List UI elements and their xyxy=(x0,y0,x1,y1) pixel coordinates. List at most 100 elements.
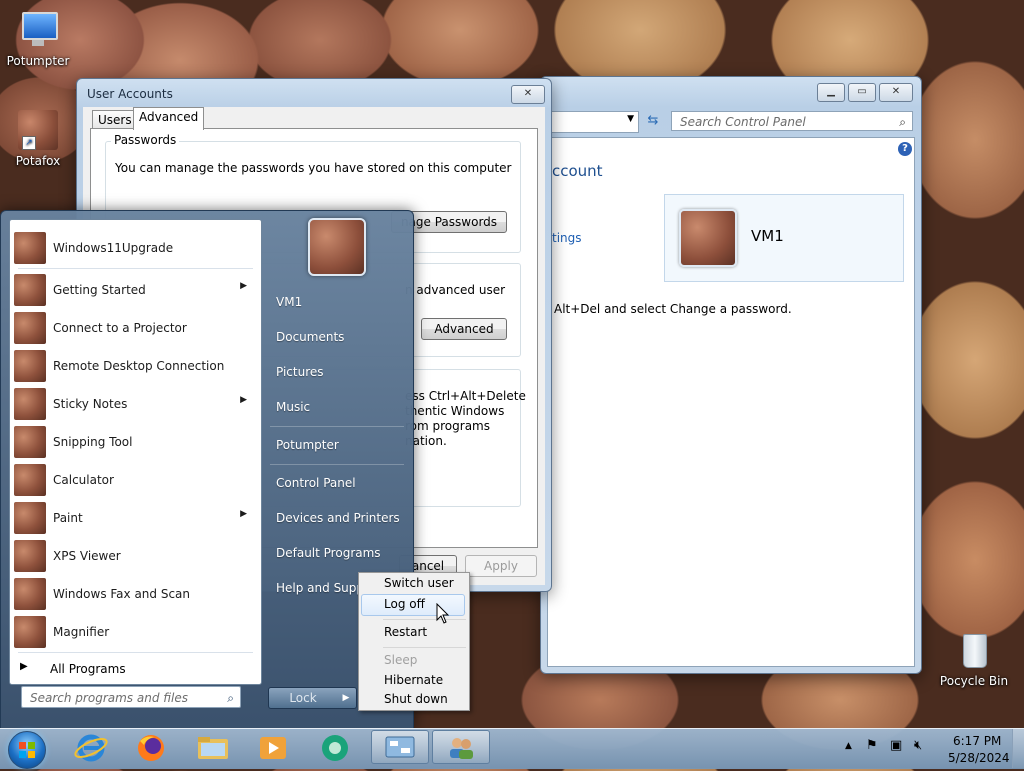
start-link-control-panel[interactable]: Control Panel xyxy=(276,476,356,490)
menu-item-shut-down[interactable]: Shut down xyxy=(384,692,448,706)
program-item-remote-desktop[interactable]: Remote Desktop Connection xyxy=(13,348,259,384)
taskbar-firefox[interactable] xyxy=(124,731,178,765)
start-link-computer[interactable]: Potumpter xyxy=(276,438,339,452)
show-hidden-icons-icon[interactable]: ▲ xyxy=(845,741,852,751)
show-desktop-button[interactable] xyxy=(1012,729,1024,768)
program-item-sticky-notes[interactable]: Sticky Notes ▶ xyxy=(13,386,259,422)
volume-muted-icon[interactable]: 🔇︎ xyxy=(914,738,922,753)
control-panel-window: ▁ ▭ ✕ ▼ ⇆ Search Control Panel ⌕ ? ccoun… xyxy=(540,76,922,674)
power-options-arrow-icon[interactable]: ▶ xyxy=(336,687,357,709)
control-panel-content: ? ccount tings VM1 Alt+Del and select Ch… xyxy=(547,137,915,667)
program-icon xyxy=(14,388,46,420)
submenu-arrow-icon: ▶ xyxy=(240,281,247,291)
tab-advanced[interactable]: Advanced xyxy=(133,107,205,130)
start-link-pictures[interactable]: Pictures xyxy=(276,365,324,379)
search-input[interactable]: Search Control Panel ⌕ xyxy=(671,111,913,131)
start-link-default-programs[interactable]: Default Programs xyxy=(276,546,381,560)
windows-logo-icon xyxy=(19,742,35,758)
submenu-arrow-icon: ▶ xyxy=(240,395,247,405)
taskbar-control-panel[interactable] xyxy=(371,730,429,764)
taskbar-media-player[interactable] xyxy=(246,731,300,765)
start-link-music[interactable]: Music xyxy=(276,400,310,414)
close-button[interactable]: ✕ xyxy=(511,85,545,104)
taskbar-file-explorer[interactable] xyxy=(186,731,240,765)
program-item-snipping-tool[interactable]: Snipping Tool xyxy=(13,424,259,460)
menu-item-sleep: Sleep xyxy=(384,653,418,667)
search-icon: ⌕ xyxy=(899,115,906,129)
program-icon xyxy=(14,502,46,534)
internet-explorer-icon xyxy=(74,734,108,762)
clock-date[interactable]: 5/28/2024 xyxy=(948,751,1010,765)
menu-item-log-off[interactable]: Log off xyxy=(384,597,425,611)
program-list: Windows11Upgrade Getting Started ▶ Conne… xyxy=(9,219,262,685)
start-link-documents[interactable]: Documents xyxy=(276,330,344,344)
chevron-down-icon[interactable]: ▼ xyxy=(627,114,634,124)
divider xyxy=(383,619,466,620)
search-icon: ⌕ xyxy=(227,691,234,705)
media-player-icon xyxy=(260,737,286,759)
submenu-arrow-icon: ▶ xyxy=(240,509,247,519)
user-card: VM1 xyxy=(664,194,904,282)
maximize-button[interactable]: ▭ xyxy=(848,83,876,102)
all-programs-button[interactable]: ▶ All Programs xyxy=(16,658,254,680)
power-options-menu: Switch user Log off Restart Sleep Hibern… xyxy=(358,572,470,711)
start-link-user[interactable]: VM1 xyxy=(276,295,302,309)
program-item-windows11upgrade[interactable]: Windows11Upgrade xyxy=(13,230,259,266)
user-avatar xyxy=(308,218,366,276)
desktop-icon-potafox[interactable]: ↗ Potafox xyxy=(0,110,76,168)
desktop-icon-potumpter[interactable]: Potumpter xyxy=(0,10,76,68)
folder-icon xyxy=(198,737,228,759)
divider xyxy=(18,268,253,269)
desktop-icon-label: Pocycle Bin xyxy=(939,674,1009,688)
network-icon[interactable]: ▣ xyxy=(890,738,902,753)
program-item-xps-viewer[interactable]: XPS Viewer xyxy=(13,538,259,574)
program-icon xyxy=(14,350,46,382)
program-icon xyxy=(14,464,46,496)
refresh-icon[interactable]: ⇆ xyxy=(643,111,663,131)
lock-button[interactable]: Lock xyxy=(268,687,338,709)
user-name: VM1 xyxy=(751,227,784,245)
start-button[interactable] xyxy=(8,731,46,769)
clock-time[interactable]: 6:17 PM xyxy=(953,734,1001,748)
apply-button[interactable]: Apply xyxy=(465,555,537,577)
password-note: Alt+Del and select Change a password. xyxy=(554,302,792,316)
firefox-icon xyxy=(138,735,164,761)
menu-item-hibernate[interactable]: Hibernate xyxy=(384,673,443,687)
menu-item-restart[interactable]: Restart xyxy=(384,625,427,639)
address-bar[interactable]: ▼ xyxy=(541,111,639,133)
minimize-button[interactable]: ▁ xyxy=(817,83,845,102)
page-heading: ccount xyxy=(552,162,603,180)
passwords-text: You can manage the passwords you have st… xyxy=(115,161,512,175)
taskbar-app[interactable] xyxy=(308,731,362,765)
program-item-connect-projector[interactable]: Connect to a Projector xyxy=(13,310,259,346)
close-button[interactable]: ✕ xyxy=(879,83,913,102)
start-link-devices-printers[interactable]: Devices and Printers xyxy=(276,511,400,525)
start-menu: Windows11Upgrade Getting Started ▶ Conne… xyxy=(0,210,414,730)
advanced-button[interactable]: Advanced xyxy=(421,318,507,340)
settings-link[interactable]: tings xyxy=(552,231,582,245)
program-icon xyxy=(14,232,46,264)
program-item-calculator[interactable]: Calculator xyxy=(13,462,259,498)
program-item-paint[interactable]: Paint ▶ xyxy=(13,500,259,536)
control-panel-icon xyxy=(385,736,415,758)
program-icon xyxy=(14,274,46,306)
program-item-getting-started[interactable]: Getting Started ▶ xyxy=(13,272,259,308)
program-icon xyxy=(14,578,46,610)
arrow-right-icon: ▶ xyxy=(20,661,28,672)
taskbar-user-accounts[interactable] xyxy=(432,730,490,764)
potato-shortcut-icon: ↗ xyxy=(18,110,58,150)
users-icon xyxy=(450,738,473,759)
taskbar-internet-explorer[interactable] xyxy=(64,731,118,765)
program-icon xyxy=(14,312,46,344)
tab-users[interactable]: Users xyxy=(92,110,138,129)
program-item-fax-scan[interactable]: Windows Fax and Scan xyxy=(13,576,259,612)
menu-item-switch-user[interactable]: Switch user xyxy=(384,576,454,590)
program-item-magnifier[interactable]: Magnifier xyxy=(13,614,259,650)
help-icon[interactable]: ? xyxy=(898,142,912,156)
action-center-flag-icon[interactable]: ⚑ xyxy=(866,738,878,753)
divider xyxy=(270,464,404,465)
program-icon xyxy=(14,426,46,458)
desktop-icon-recycle-bin[interactable]: Pocycle Bin xyxy=(936,630,1012,688)
divider xyxy=(18,652,253,653)
start-search-input[interactable]: Search programs and files ⌕ xyxy=(21,686,241,708)
